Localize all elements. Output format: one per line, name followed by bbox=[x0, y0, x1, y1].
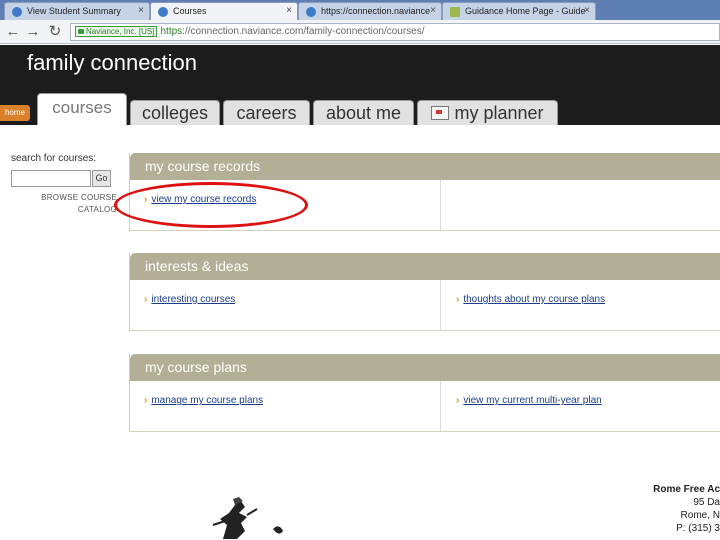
browser-tab-guidance[interactable]: Guidance Home Page - Guide × bbox=[442, 2, 596, 20]
globe-icon bbox=[12, 7, 22, 17]
tab-my-planner[interactable]: my planner bbox=[417, 100, 558, 125]
thoughts-course-plans-link[interactable]: › thoughts about my course plans bbox=[456, 294, 605, 305]
reload-icon[interactable]: ↻ bbox=[46, 23, 64, 41]
column-divider bbox=[440, 381, 441, 431]
browser-tab-courses[interactable]: Courses × bbox=[150, 2, 298, 20]
browse-course-catalog-link[interactable]: BROWSE COURSE CATALOG bbox=[40, 192, 117, 216]
browser-tab-naviance[interactable]: https://connection.naviance × bbox=[298, 2, 442, 20]
search-courses-input[interactable] bbox=[11, 170, 91, 187]
school-address: Rome Free Ac 95 Da Rome, N P: (315) 3 bbox=[653, 483, 720, 535]
tab-about-me[interactable]: about me bbox=[313, 100, 414, 125]
tab-label: my planner bbox=[454, 103, 544, 123]
url-path: ://connection.naviance.com/family-connec… bbox=[182, 26, 425, 37]
panel-title: my course plans bbox=[130, 354, 720, 381]
document-icon bbox=[450, 7, 460, 17]
browser-tab-view-student-summary[interactable]: View Student Summary × bbox=[4, 2, 150, 20]
panel-interests-ideas: interests & ideas › interesting courses ›… bbox=[129, 253, 720, 331]
planner-icon bbox=[431, 106, 450, 120]
address-bar[interactable]: Naviance, Inc. [US] https://connection.na… bbox=[70, 23, 720, 41]
tab-title: Courses bbox=[173, 6, 207, 16]
tab-title: View Student Summary bbox=[27, 6, 121, 16]
close-tab-icon[interactable]: × bbox=[584, 5, 590, 16]
panel-body: › manage my course plans › view my current… bbox=[130, 381, 720, 431]
interesting-courses-link[interactable]: › interesting courses bbox=[144, 294, 235, 305]
panel-body: › interesting courses › thoughts about my … bbox=[130, 280, 720, 330]
link-text: manage my course plans bbox=[151, 395, 264, 406]
lock-icon bbox=[78, 29, 84, 34]
go-button[interactable]: Go bbox=[92, 170, 111, 187]
link-text: thoughts about my course plans bbox=[463, 294, 606, 305]
manage-course-plans-link[interactable]: › manage my course plans bbox=[144, 395, 263, 406]
ev-certificate-badge[interactable]: Naviance, Inc. [US] bbox=[75, 26, 158, 37]
column-divider bbox=[440, 180, 441, 230]
tab-careers[interactable]: careers bbox=[223, 100, 310, 125]
view-multi-year-plan-link[interactable]: › view my current multi-year plan bbox=[456, 395, 602, 406]
forward-arrow-icon[interactable]: → bbox=[24, 23, 42, 41]
globe-icon bbox=[158, 7, 168, 17]
tab-courses[interactable]: courses bbox=[37, 93, 127, 125]
address-line-2: Rome, N bbox=[680, 510, 720, 521]
panel-title: interests & ideas bbox=[130, 253, 720, 280]
school-name: Rome Free Ac bbox=[653, 484, 720, 495]
chevron-right-icon: › bbox=[456, 395, 460, 406]
column-divider bbox=[440, 280, 441, 330]
url-scheme: https bbox=[160, 26, 183, 37]
back-arrow-icon[interactable]: ← bbox=[4, 23, 22, 41]
school-mascot-logo bbox=[212, 497, 283, 539]
close-tab-icon[interactable]: × bbox=[430, 5, 436, 16]
tab-title: https://connection.naviance bbox=[321, 6, 431, 16]
tab-title: Guidance Home Page - Guide bbox=[465, 6, 586, 16]
site-header: family connection home courses colleges … bbox=[0, 45, 720, 125]
close-tab-icon[interactable]: × bbox=[138, 5, 144, 16]
browse-line-1: BROWSE COURSE bbox=[41, 193, 117, 202]
panel-title: my course records bbox=[130, 153, 720, 180]
site-title: family connection bbox=[27, 50, 197, 75]
tab-colleges[interactable]: colleges bbox=[130, 100, 220, 125]
chevron-right-icon: › bbox=[144, 294, 148, 305]
browse-line-2: CATALOG bbox=[77, 205, 117, 214]
address-line-1: 95 Da bbox=[693, 497, 720, 508]
globe-icon bbox=[306, 7, 316, 17]
chevron-right-icon: › bbox=[456, 294, 460, 305]
chevron-right-icon: › bbox=[144, 395, 148, 406]
phone-number: P: (315) 3 bbox=[676, 523, 720, 534]
search-courses-label: search for courses: bbox=[11, 153, 97, 164]
red-annotation-circle bbox=[114, 182, 308, 228]
ev-badge-text: Naviance, Inc. [US] bbox=[86, 27, 155, 36]
link-text: interesting courses bbox=[151, 294, 236, 305]
link-text: view my current multi-year plan bbox=[463, 395, 602, 406]
home-tab[interactable]: home bbox=[0, 105, 30, 121]
panel-my-course-plans: my course plans › manage my course plans … bbox=[129, 354, 720, 432]
browser-tab-strip: View Student Summary × Courses × https:/… bbox=[0, 0, 720, 20]
close-tab-icon[interactable]: × bbox=[286, 5, 292, 16]
browser-toolbar: ← → ↻ Naviance, Inc. [US] https://connect… bbox=[0, 20, 720, 44]
